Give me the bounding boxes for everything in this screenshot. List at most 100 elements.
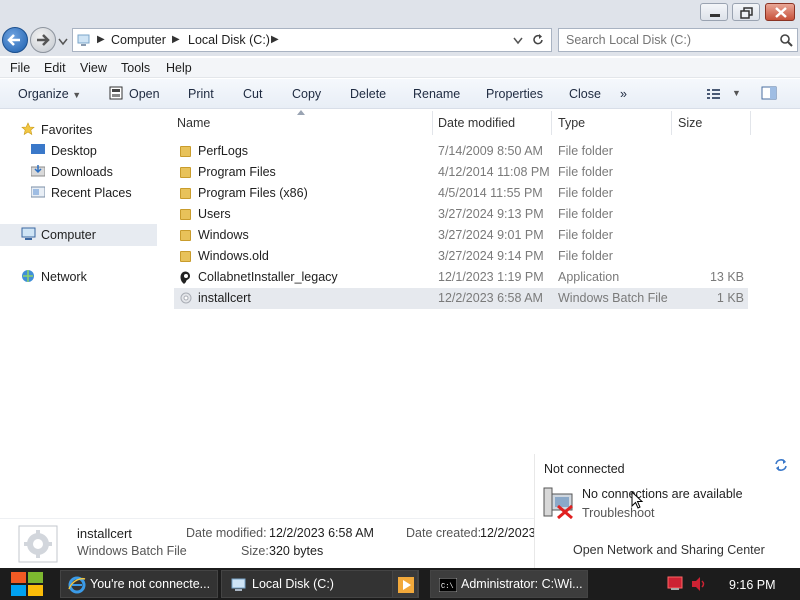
taskbar-item-explorer[interactable]: Local Disk (C:) (221, 570, 419, 598)
address-bar[interactable]: ▶ Computer ▶ Local Disk (C:) ▶ (72, 28, 552, 52)
taskbar-item-command-prompt[interactable]: C:\ Administrator: C:\Wi... (430, 570, 588, 598)
sort-ascending-icon (297, 110, 305, 115)
computer-icon (21, 227, 36, 240)
downloads-icon (31, 165, 45, 177)
file-row-windows-old[interactable]: Windows.old 3/27/2024 9:14 PM File folde… (174, 246, 748, 267)
view-options-icon[interactable] (706, 87, 722, 101)
taskbar-clock[interactable]: 9:16 PM (729, 578, 776, 592)
file-date-modified: 12/2/2023 6:58 AM (438, 291, 543, 305)
navigation-pane: Favorites Desktop Downloads Recent Place… (0, 110, 160, 520)
close-window-button[interactable] (765, 3, 795, 21)
file-date-modified: 12/1/2023 1:19 PM (438, 270, 544, 284)
menu-file[interactable]: File (10, 61, 30, 75)
properties-button[interactable]: Properties (486, 87, 543, 101)
nav-network[interactable]: Network (41, 270, 87, 284)
forward-arrow-icon (37, 34, 50, 46)
file-name: Windows.old (198, 249, 269, 263)
command-prompt-icon: C:\ (439, 578, 457, 592)
menu-view[interactable]: View (80, 61, 107, 75)
file-name: installcert (198, 291, 251, 305)
file-row-installcert[interactable]: installcert 12/2/2023 6:58 AM Windows Ba… (174, 288, 748, 309)
file-type: Application (558, 270, 620, 284)
column-separator[interactable] (551, 111, 552, 135)
close-button[interactable]: Close (569, 87, 601, 101)
recent-pages-button[interactable] (58, 35, 68, 49)
restore-button[interactable] (732, 3, 760, 21)
file-date-modified: 3/27/2024 9:14 PM (438, 249, 544, 263)
breadcrumb-local-disk[interactable]: Local Disk (C:) (188, 33, 270, 47)
chevron-down-icon (58, 38, 68, 46)
search-icon[interactable] (779, 33, 793, 47)
column-header-size[interactable]: Size (678, 116, 702, 130)
column-separator[interactable] (671, 111, 672, 135)
preview-pane-icon[interactable] (761, 86, 777, 101)
file-row-perflogs[interactable]: PerfLogs 7/14/2009 8:50 AM File folder (174, 141, 748, 162)
file-row-program-files[interactable]: Program Files 4/12/2014 11:08 PM File fo… (174, 162, 748, 183)
breadcrumb-separator-icon[interactable]: ▶ (271, 34, 279, 45)
network-status: Not connected (544, 462, 625, 476)
organize-label: Organize (18, 87, 69, 101)
folder-icon (180, 146, 191, 157)
forward-button[interactable] (30, 27, 56, 53)
column-header-type[interactable]: Type (558, 116, 585, 130)
nav-computer[interactable]: Computer (41, 228, 96, 242)
organize-button[interactable]: Organize ▼ (18, 87, 81, 101)
minimize-button[interactable] (700, 3, 728, 21)
details-modified-value: 12/2/2023 6:58 AM (269, 526, 374, 540)
volume-tray-icon[interactable] (690, 576, 708, 592)
column-separator[interactable] (432, 111, 433, 135)
breadcrumb-separator-icon[interactable]: ▶ (97, 34, 105, 45)
start-button-windows-logo-icon[interactable] (8, 569, 46, 599)
more-commands-button[interactable]: » (620, 87, 627, 101)
menu-help[interactable]: Help (166, 61, 192, 75)
file-size: 1 KB (716, 291, 744, 305)
file-name: Program Files (x86) (198, 186, 308, 200)
taskbar-item-browser[interactable]: You're not connecte... (60, 570, 218, 598)
details-file-name: installcert (77, 526, 132, 541)
file-row-users[interactable]: Users 3/27/2024 9:13 PM File folder (174, 204, 748, 225)
file-type: File folder (558, 144, 613, 158)
file-date-modified: 3/27/2024 9:13 PM (438, 207, 544, 221)
file-row-collabnet-installer[interactable]: CollabnetInstaller_legacy 12/1/2023 1:19… (174, 267, 748, 288)
print-button[interactable]: Print (188, 87, 214, 101)
file-row-windows[interactable]: Windows 3/27/2024 9:01 PM File folder (174, 225, 748, 246)
details-created-value: 12/2/2023 (480, 526, 534, 540)
computer-icon (77, 34, 90, 46)
network-tray-icon[interactable] (667, 576, 685, 592)
delete-button[interactable]: Delete (350, 87, 386, 101)
internet-explorer-icon (68, 576, 86, 594)
refresh-icon[interactable] (531, 33, 545, 47)
desktop-icon (31, 144, 45, 154)
nav-downloads[interactable]: Downloads (51, 165, 113, 179)
network-disconnected-icon (543, 487, 573, 520)
open-button[interactable]: Open (129, 87, 160, 101)
menu-edit[interactable]: Edit (44, 61, 66, 75)
cut-button[interactable]: Cut (243, 87, 262, 101)
column-header-name[interactable]: Name (177, 116, 210, 130)
column-header-date-modified[interactable]: Date modified (438, 116, 515, 130)
file-row-program-files-x86[interactable]: Program Files (x86) 4/5/2014 11:55 PM Fi… (174, 183, 748, 204)
network-sharing-center-link[interactable]: Open Network and Sharing Center (573, 543, 765, 557)
details-pane: installcert Windows Batch File Date modi… (0, 518, 534, 568)
folder-icon (180, 209, 191, 220)
nav-favorites[interactable]: Favorites (41, 123, 92, 137)
nav-recent-places[interactable]: Recent Places (51, 186, 132, 200)
file-type: File folder (558, 186, 613, 200)
folder-icon (180, 188, 191, 199)
network-refresh-icon[interactable] (773, 458, 789, 472)
copy-button[interactable]: Copy (292, 87, 321, 101)
view-options-chevron-icon[interactable]: ▼ (732, 88, 741, 98)
search-box[interactable] (558, 28, 798, 52)
file-date-modified: 7/14/2009 8:50 AM (438, 144, 543, 158)
file-name: CollabnetInstaller_legacy (198, 270, 338, 284)
menu-tools[interactable]: Tools (121, 61, 150, 75)
breadcrumb-separator-icon[interactable]: ▶ (172, 34, 180, 45)
taskbar-item-media[interactable] (392, 570, 418, 598)
address-history-chevron-icon[interactable] (513, 37, 523, 45)
nav-desktop[interactable]: Desktop (51, 144, 97, 158)
back-button[interactable] (2, 27, 28, 53)
rename-button[interactable]: Rename (413, 87, 460, 101)
search-input[interactable] (566, 33, 766, 47)
breadcrumb-computer[interactable]: Computer (111, 33, 166, 47)
column-separator[interactable] (750, 111, 751, 135)
